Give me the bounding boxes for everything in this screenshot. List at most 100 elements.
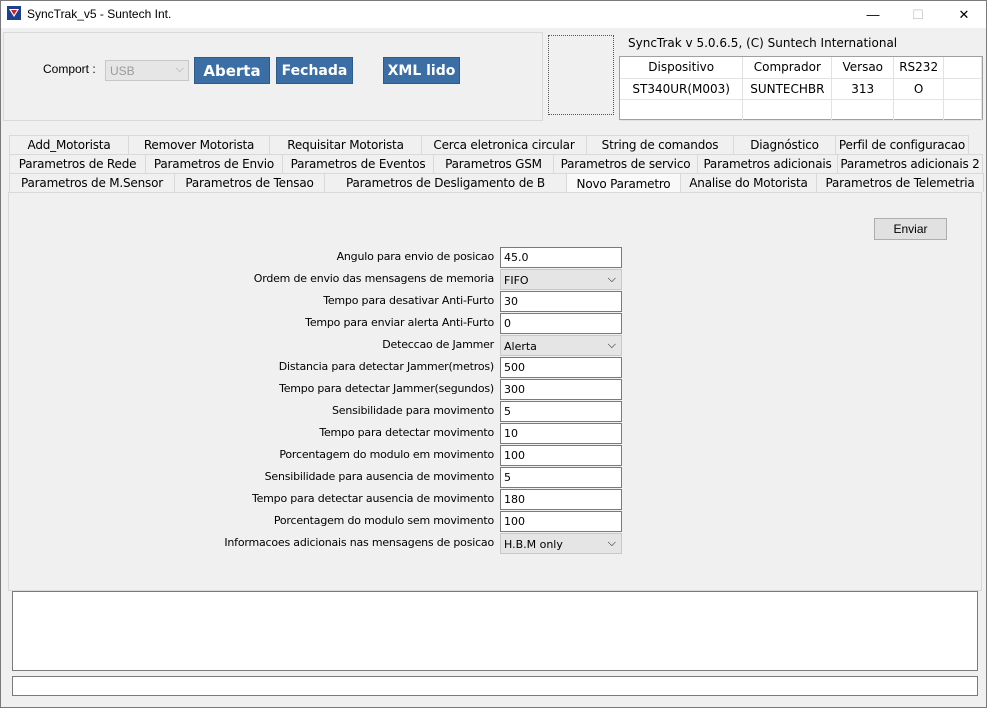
form-row: Tempo para enviar alerta Anti-Furto 0 (1, 313, 987, 334)
send-button[interactable]: Enviar (874, 218, 947, 240)
tab-parametros-rede[interactable]: Parametros de Rede (9, 154, 146, 173)
antitheft-disable-input[interactable]: 30 (500, 291, 622, 312)
no-motion-sensitivity-input[interactable]: 5 (500, 467, 622, 488)
jammer-detection-select[interactable]: Alerta ⌵ (500, 335, 622, 356)
tab-add-motorista[interactable]: Add_Motorista (9, 135, 129, 154)
maximize-button[interactable]: ☐ (895, 1, 941, 28)
tab-analise-motorista[interactable]: Analise do Motorista (680, 173, 817, 192)
select-value: H.B.M only (504, 538, 563, 551)
jammer-time-input[interactable]: 300 (500, 379, 622, 400)
tab-parametros-gsm[interactable]: Parametros GSM (433, 154, 554, 173)
tab-perfil-configuracao[interactable]: Perfil de configuracao (835, 135, 969, 154)
field-label: Tempo para detectar ausencia de moviment… (251, 492, 494, 505)
select-value: FIFO (504, 274, 529, 287)
form-row: Porcentagem do modulo em movimento 100 (1, 445, 987, 466)
form-row: Tempo para detectar movimento 10 (1, 423, 987, 444)
device-info-value-row: ST340UR(M003) SUNTECHBR 313 O (620, 78, 982, 100)
device-info-grid: Dispositivo Comprador Versao RS232 ST340… (619, 56, 983, 121)
chevron-down-icon: ⌵ (607, 338, 616, 351)
log-textarea[interactable] (12, 591, 978, 671)
tab-parametros-adicionais[interactable]: Parametros adicionais (697, 154, 838, 173)
select-value: Alerta (504, 340, 537, 353)
additional-info-select[interactable]: H.B.M only ⌵ (500, 533, 622, 554)
chevron-down-icon: ⌵ (607, 536, 616, 549)
motion-time-input[interactable]: 10 (500, 423, 622, 444)
field-label: Deteccao de Jammer (382, 338, 494, 351)
xml-read-button[interactable]: XML lido (383, 57, 460, 84)
value-device: ST340UR(M003) (620, 78, 744, 100)
field-label: Sensibilidade para ausencia de movimento (264, 470, 495, 483)
tab-parametros-eventos[interactable]: Parametros de Eventos (282, 154, 434, 173)
connection-group (3, 32, 543, 121)
form-row: Tempo para detectar ausencia de moviment… (1, 489, 987, 510)
tab-parametros-servico[interactable]: Parametros de servico (553, 154, 698, 173)
tab-novo-parametro[interactable]: Novo Parametro (566, 173, 681, 193)
angle-input[interactable]: 45.0 (500, 247, 622, 268)
value-version: 313 (831, 78, 895, 100)
tab-parametros-desligamento[interactable]: Parametros de Desligamento de B (324, 173, 567, 192)
no-motion-time-input[interactable]: 180 (500, 489, 622, 510)
chevron-down-icon: ⌵ (607, 272, 616, 285)
value-rs232: O (893, 78, 945, 100)
antitheft-alert-input[interactable]: 0 (500, 313, 622, 334)
device-info-header-row: Dispositivo Comprador Versao RS232 (620, 57, 982, 79)
tab-parametros-tensao[interactable]: Parametros de Tensao (174, 173, 325, 192)
status-indicator-box (548, 35, 614, 115)
tab-parametros-msensor[interactable]: Parametros de M.Sensor (9, 173, 175, 192)
jammer-distance-input[interactable]: 500 (500, 357, 622, 378)
tab-parametros-adicionais-2[interactable]: Parametros adicionais 2 (837, 154, 983, 173)
field-label: Angulo para envio de posicao (336, 250, 495, 263)
tab-diagnostico[interactable]: Diagnóstico (733, 135, 836, 154)
field-label: Informacoes adicionais nas mensagens de … (224, 536, 494, 549)
header-rs232: RS232 (893, 57, 945, 79)
no-motion-percent-input[interactable]: 100 (500, 511, 622, 532)
tab-row-2: Parametros de Rede Parametros de Envio P… (9, 154, 983, 173)
tab-row-1: Add_Motorista Remover Motorista Requisit… (9, 135, 969, 154)
form-row: Deteccao de Jammer Alerta ⌵ (1, 335, 987, 356)
field-label: Porcentagem do modulo sem movimento (273, 514, 494, 527)
tab-parametros-envio[interactable]: Parametros de Envio (145, 154, 283, 173)
field-label: Porcentagem do modulo em movimento (279, 448, 494, 461)
field-label: Tempo para detectar Jammer(segundos) (279, 382, 494, 395)
tab-row-3: Parametros de M.Sensor Parametros de Ten… (9, 173, 984, 193)
tab-requisitar-motorista[interactable]: Requisitar Motorista (269, 135, 422, 154)
form-row: Tempo para desativar Anti-Furto 30 (1, 291, 987, 312)
field-label: Tempo para desativar Anti-Furto (323, 294, 494, 307)
form-row: Informacoes adicionais nas mensagens de … (1, 533, 987, 554)
comport-value: USB (110, 64, 135, 78)
memory-order-select[interactable]: FIFO ⌵ (500, 269, 622, 290)
open-port-button[interactable]: Aberta (194, 57, 270, 84)
motion-percent-input[interactable]: 100 (500, 445, 622, 466)
form-row: Sensibilidade para ausencia de movimento… (1, 467, 987, 488)
status-field (12, 676, 978, 696)
header-version: Versao (831, 57, 895, 79)
tab-cerca-eletronica[interactable]: Cerca eletronica circular (421, 135, 587, 154)
form-row: Tempo para detectar Jammer(segundos) 300 (1, 379, 987, 400)
tab-parametros-telemetria[interactable]: Parametros de Telemetria (816, 173, 984, 192)
minimize-button[interactable]: — (850, 1, 896, 28)
field-label: Distancia para detectar Jammer(metros) (278, 360, 494, 373)
form-row: Porcentagem do modulo sem movimento 100 (1, 511, 987, 532)
header-device: Dispositivo (620, 57, 744, 79)
field-label: Ordem de envio das mensagens de memoria (253, 272, 494, 285)
field-label: Sensibilidade para movimento (331, 404, 494, 417)
tab-remover-motorista[interactable]: Remover Motorista (128, 135, 270, 154)
field-label: Tempo para detectar movimento (319, 426, 494, 439)
header-buyer: Comprador (742, 57, 833, 79)
comport-select[interactable]: USB ⌵ (105, 60, 189, 81)
form-row: Sensibilidade para movimento 5 (1, 401, 987, 422)
chevron-down-icon: ⌵ (175, 63, 184, 75)
form-row: Ordem de envio das mensagens de memoria … (1, 269, 987, 290)
form-row: Distancia para detectar Jammer(metros) 5… (1, 357, 987, 378)
value-buyer: SUNTECHBR (742, 78, 833, 100)
field-label: Tempo para enviar alerta Anti-Furto (305, 316, 494, 329)
tab-string-comandos[interactable]: String de comandos (586, 135, 734, 154)
close-button[interactable]: ✕ (941, 1, 987, 28)
window-title: SyncTrak_v5 - Suntech Int. (27, 7, 172, 21)
comport-label: Comport : (43, 62, 96, 76)
close-port-button[interactable]: Fechada (276, 57, 353, 84)
title-bar: SyncTrak_v5 - Suntech Int. — ☐ ✕ (1, 1, 986, 28)
form-row: Angulo para envio de posicao 45.0 (1, 247, 987, 268)
app-logo-icon (7, 6, 21, 20)
motion-sensitivity-input[interactable]: 5 (500, 401, 622, 422)
